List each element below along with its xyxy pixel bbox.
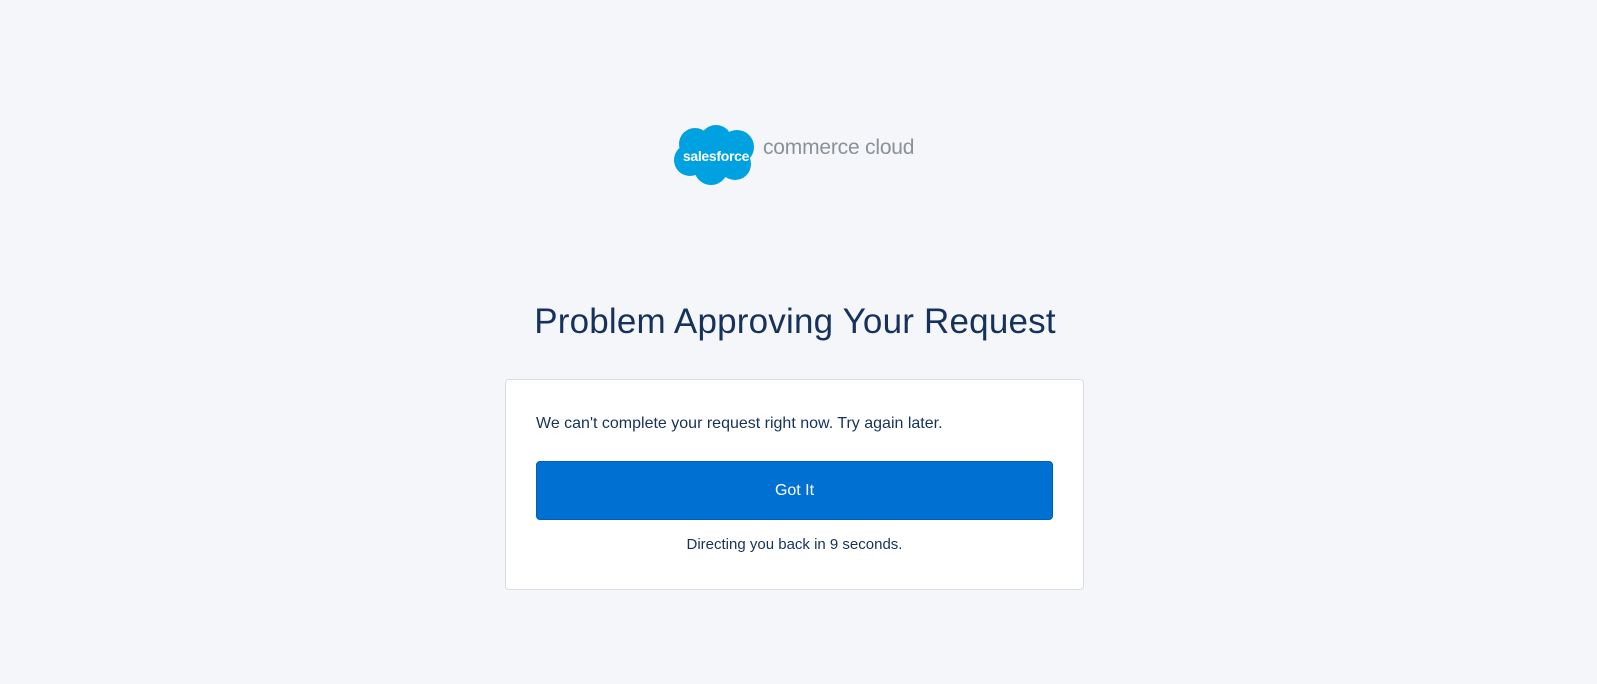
page: salesforce commerce cloud Problem Approv… [0,0,1597,684]
page-title: Problem Approving Your Request [534,302,1056,341]
error-card: We can't complete your request right now… [505,379,1084,590]
logo-cloud-text: salesforce [682,148,750,164]
salesforce-commerce-cloud-logo: salesforce commerce cloud [673,124,923,186]
got-it-button[interactable]: Got It [536,461,1053,520]
error-message: We can't complete your request right now… [536,415,943,432]
redirect-countdown: Directing you back in 9 seconds. [686,536,903,553]
logo-product-text: commerce cloud [763,136,915,159]
